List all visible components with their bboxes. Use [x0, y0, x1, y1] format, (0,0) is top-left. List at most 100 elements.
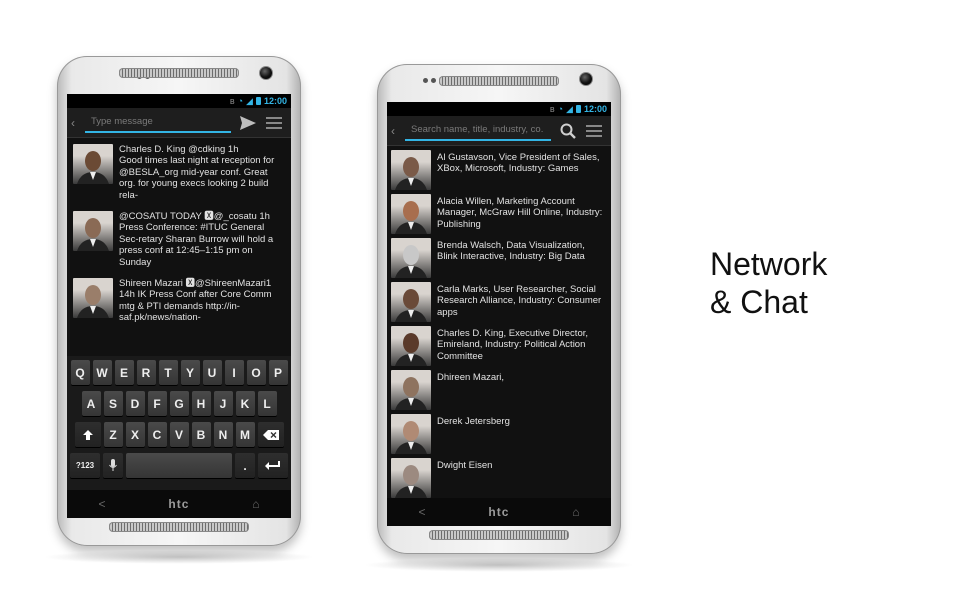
search-input[interactable]	[411, 124, 551, 135]
key-n[interactable]: N	[213, 422, 233, 447]
network-screen: ʙ ◔ ◢ 12:00 ‹ Al Gustavson, Vice Preside…	[387, 102, 611, 526]
key-x[interactable]: X	[125, 422, 145, 447]
symbols-key[interactable]: ?123	[70, 453, 100, 478]
key-a[interactable]: A	[81, 391, 101, 416]
keyboard-row-1: QWERTYUIOP	[69, 360, 289, 385]
earpiece-speaker	[439, 76, 559, 86]
search-bar: ‹	[387, 116, 611, 146]
author-avatar[interactable]	[73, 144, 113, 184]
search-field	[405, 121, 551, 141]
key-l[interactable]: L	[257, 391, 277, 416]
key-y[interactable]: Y	[180, 360, 200, 385]
wifi-icon: ◔	[557, 103, 564, 114]
space-key[interactable]	[126, 453, 232, 478]
status-time: 12:00	[263, 96, 287, 106]
key-f[interactable]: F	[147, 391, 167, 416]
contact-item[interactable]: Dwight Eisen	[391, 456, 607, 500]
contact-avatar[interactable]	[391, 194, 431, 234]
chat-screen: ʙ ◔ ◢ 12:00 ‹ Charles D. King @cdking 1h…	[67, 94, 291, 518]
author-avatar[interactable]	[73, 211, 113, 252]
enter-key[interactable]	[258, 453, 288, 478]
contact-avatar[interactable]	[391, 150, 431, 190]
menu-icon	[586, 124, 602, 137]
search-button[interactable]	[555, 119, 581, 143]
key-z[interactable]: Z	[103, 422, 123, 447]
contact-avatar[interactable]	[391, 238, 431, 278]
signal-icon: ◢	[566, 103, 573, 114]
phone-sensors	[423, 78, 436, 83]
contact-item[interactable]: Carla Marks, User Researcher, Social Res…	[391, 280, 607, 324]
post-text: Charles D. King @cdking 1h Good times la…	[119, 144, 275, 201]
front-camera	[579, 72, 593, 86]
contact-text: Dwight Eisen	[437, 460, 493, 471]
microphone-icon	[109, 459, 117, 471]
contact-avatar[interactable]	[391, 370, 431, 410]
chat-post[interactable]: @COSATU TODAY 🆇@_cosatu 1h Press Confere…	[73, 211, 285, 268]
key-q[interactable]: Q	[70, 360, 90, 385]
phone-chat: ʙ ◔ ◢ 12:00 ‹ Charles D. King @cdking 1h…	[43, 56, 315, 564]
status-bar: ʙ ◔ ◢ 12:00	[387, 102, 611, 116]
key-s[interactable]: S	[103, 391, 123, 416]
tagline: Network & Chat	[710, 245, 827, 321]
promo-canvas: ʙ ◔ ◢ 12:00 ‹ Charles D. King @cdking 1h…	[0, 0, 960, 600]
soft-keyboard: QWERTYUIOP ASDFGHJKL ZXCVBNM ?123 .	[67, 356, 291, 490]
mic-key[interactable]	[103, 453, 123, 478]
contact-item[interactable]: Charles D. King, Executive Director, Emi…	[391, 324, 607, 368]
bottom-speaker	[109, 522, 249, 532]
nav-back-button[interactable]: <	[418, 505, 425, 519]
back-chevron-icon[interactable]: ‹	[71, 116, 81, 130]
contact-avatar[interactable]	[391, 458, 431, 498]
brand-logo: htc	[168, 497, 190, 511]
chat-post[interactable]: Shireen Mazari 🆇@ShireenMazari1 14h IK P…	[73, 278, 285, 324]
contact-avatar[interactable]	[391, 326, 431, 366]
key-t[interactable]: T	[158, 360, 178, 385]
overflow-menu-button[interactable]	[581, 119, 607, 143]
contact-item[interactable]: Alacia Willen, Marketing Account Manager…	[391, 192, 607, 236]
contact-text: Dhireen Mazari,	[437, 372, 505, 383]
key-g[interactable]: G	[169, 391, 189, 416]
back-chevron-icon[interactable]: ‹	[391, 124, 401, 138]
nav-home-button[interactable]: ⌂	[572, 505, 579, 519]
key-h[interactable]: H	[191, 391, 211, 416]
contact-item[interactable]: Brenda Walsch, Data Visualization, Blink…	[391, 236, 607, 280]
phone-network: ʙ ◔ ◢ 12:00 ‹ Al Gustavson, Vice Preside…	[363, 64, 635, 572]
nav-back-button[interactable]: <	[98, 497, 105, 511]
key-p[interactable]: P	[268, 360, 288, 385]
shift-key[interactable]	[74, 422, 101, 447]
overflow-menu-button[interactable]	[261, 111, 287, 135]
key-b[interactable]: B	[191, 422, 211, 447]
enter-icon	[265, 460, 280, 470]
contact-avatar[interactable]	[391, 282, 431, 322]
contact-avatar[interactable]	[391, 414, 431, 454]
key-u[interactable]: U	[202, 360, 222, 385]
contact-item[interactable]: Al Gustavson, Vice President of Sales, X…	[391, 148, 607, 192]
author-avatar[interactable]	[73, 278, 113, 319]
contact-item[interactable]: Derek Jetersberg	[391, 412, 607, 456]
key-j[interactable]: J	[213, 391, 233, 416]
key-o[interactable]: O	[246, 360, 266, 385]
contact-text: Carla Marks, User Researcher, Social Res…	[437, 284, 602, 318]
key-k[interactable]: K	[235, 391, 255, 416]
key-r[interactable]: R	[136, 360, 156, 385]
backspace-icon	[262, 429, 279, 440]
period-key[interactable]: .	[235, 453, 255, 478]
contact-text: Al Gustavson, Vice President of Sales, X…	[437, 152, 600, 175]
contact-text: Brenda Walsch, Data Visualization, Blink…	[437, 240, 585, 263]
send-button[interactable]	[235, 111, 261, 135]
wifi-icon: ◔	[237, 95, 244, 106]
contact-item[interactable]: Dhireen Mazari,	[391, 368, 607, 412]
brand-logo: htc	[488, 505, 510, 519]
message-input[interactable]	[91, 116, 231, 127]
key-w[interactable]: W	[92, 360, 112, 385]
chat-post[interactable]: Charles D. King @cdking 1h Good times la…	[73, 144, 285, 201]
key-v[interactable]: V	[169, 422, 189, 447]
battery-icon	[255, 97, 261, 105]
compose-bar: ‹	[67, 108, 291, 138]
key-m[interactable]: M	[235, 422, 255, 447]
key-c[interactable]: C	[147, 422, 167, 447]
key-d[interactable]: D	[125, 391, 145, 416]
key-e[interactable]: E	[114, 360, 134, 385]
backspace-key[interactable]	[257, 422, 284, 447]
key-i[interactable]: I	[224, 360, 244, 385]
nav-home-button[interactable]: ⌂	[252, 497, 259, 511]
